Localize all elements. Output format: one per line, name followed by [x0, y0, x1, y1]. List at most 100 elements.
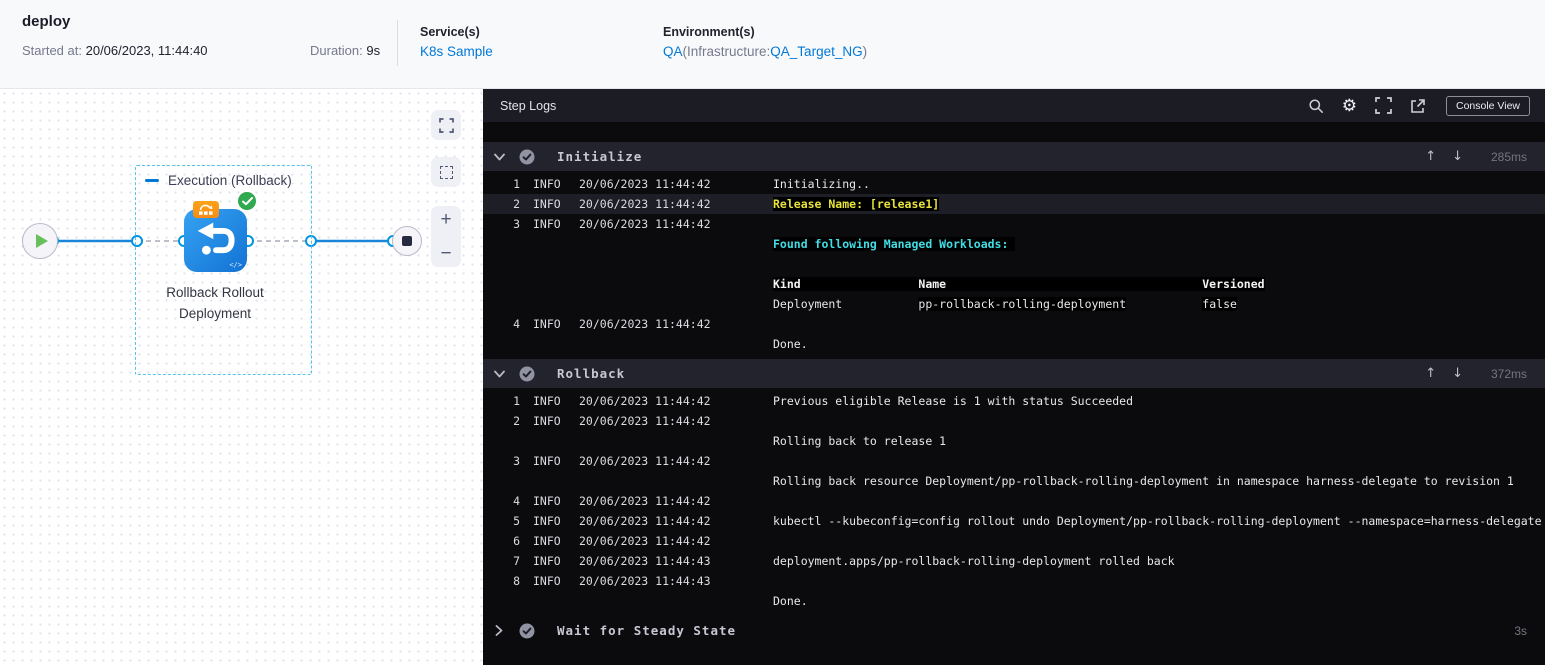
- scroll-to-top-icon[interactable]: ↑: [1425, 149, 1436, 164]
- console-actions: ⚙ Console View: [1308, 95, 1530, 116]
- scroll-to-top-icon[interactable]: ↑: [1425, 366, 1436, 381]
- chevron-down-icon[interactable]: [493, 153, 505, 161]
- log-line: 3 INFO 20/06/2023 11:44:42: [483, 451, 1545, 471]
- execution-group-label: Execution (Rollback): [145, 173, 292, 188]
- log-line: Rolling back to release 1: [483, 431, 1545, 451]
- log-line: Deployment pp-rollback-rolling-deploymen…: [483, 294, 1545, 314]
- log-line: 1 INFO 20/06/2023 11:44:42 Initializing..: [483, 174, 1545, 194]
- log-message: kubectl --kubeconfig=config rollout undo…: [773, 514, 1545, 528]
- marquee-select-icon: [439, 165, 453, 179]
- line-number: 4: [513, 317, 520, 331]
- log-segment: Rolling back to release 1: [773, 434, 947, 448]
- log-level: INFO: [533, 494, 561, 508]
- log-timestamp: 20/06/2023 11:44:42: [579, 414, 711, 428]
- line-number: 2: [513, 414, 520, 428]
- search-icon[interactable]: [1308, 98, 1324, 114]
- log-segment: deployment.apps/pp-rollback-rolling-depl…: [773, 554, 1175, 568]
- section-duration: 372ms: [1490, 366, 1527, 381]
- log-segment: pp-rollback-rolling-deployment: [918, 297, 1127, 311]
- line-number: 6: [513, 534, 520, 548]
- canvas-zoom-controls: + −: [431, 206, 461, 267]
- pipeline-execution-page: deploy Started at: 20/06/2023, 11:44:40 …: [0, 0, 1545, 665]
- log-line: 2 INFO 20/06/2023 11:44:42: [483, 411, 1545, 431]
- log-level: INFO: [533, 534, 561, 548]
- log-line: Rolling back resource Deployment/pp-roll…: [483, 471, 1545, 491]
- log-section-header[interactable]: Rollback ↑ ↓ 372ms: [483, 359, 1545, 388]
- open-in-new-icon[interactable]: [1410, 98, 1426, 114]
- services-label: Service(s): [420, 25, 480, 39]
- section-header-right: 3s: [1479, 624, 1527, 638]
- log-timestamp: 20/06/2023 11:44:42: [579, 514, 711, 528]
- scroll-to-bottom-icon[interactable]: ↓: [1452, 149, 1463, 164]
- step-logs-console: Step Logs ⚙ Console View Initialize ↑ ↓ 285…: [483, 89, 1545, 665]
- log-section-header[interactable]: Wait for Steady State 3s: [483, 616, 1545, 645]
- console-header: Step Logs ⚙ Console View: [483, 89, 1545, 122]
- console-view-button[interactable]: Console View: [1445, 95, 1530, 116]
- step-node-rollback-rollout-deployment[interactable]: </>: [184, 209, 247, 272]
- log-segment: Done.: [773, 337, 808, 351]
- line-number: 3: [513, 454, 520, 468]
- section-title: Wait for Steady State: [557, 623, 737, 638]
- log-line: 2 INFO 20/06/2023 11:44:42 Release Name: [r…: [483, 194, 1545, 214]
- log-line: Done.: [483, 591, 1545, 611]
- log-segment: Found following Managed Workloads:: [773, 237, 1016, 251]
- log-segment: Done.: [773, 594, 808, 608]
- log-timestamp: 20/06/2023 11:44:42: [579, 494, 711, 508]
- log-section-header[interactable]: Initialize ↑ ↓ 285ms: [483, 142, 1545, 171]
- log-message: Rolling back resource Deployment/pp-roll…: [773, 474, 1545, 488]
- line-number: 1: [513, 177, 520, 191]
- line-number: 8: [513, 574, 520, 588]
- log-timestamp: 20/06/2023 11:44:42: [579, 454, 711, 468]
- log-level: INFO: [533, 414, 561, 428]
- log-message: Initializing..: [773, 177, 1545, 191]
- execution-header: deploy Started at: 20/06/2023, 11:44:40 …: [0, 0, 1545, 89]
- settings-gear-icon[interactable]: ⚙: [1342, 97, 1357, 114]
- infrastructure-link[interactable]: QA_Target_NG: [770, 44, 862, 59]
- log-segment: Kind Name Versioned: [773, 277, 1265, 291]
- scroll-to-bottom-icon[interactable]: ↓: [1452, 366, 1463, 381]
- start-node: [22, 223, 58, 259]
- pipeline-title: deploy: [22, 13, 71, 30]
- zoom-in-button[interactable]: +: [440, 210, 451, 229]
- service-link[interactable]: K8s Sample: [420, 44, 493, 59]
- log-message: Release Name: [release1]: [773, 197, 1545, 211]
- end-node: [392, 226, 422, 256]
- status-success-icon: [519, 366, 535, 382]
- environment-value: QA(Infrastructure:QA_Target_NG): [663, 44, 868, 59]
- group-title: Execution (Rollback): [168, 173, 292, 188]
- log-level: INFO: [533, 554, 561, 568]
- log-message: Deployment pp-rollback-rolling-deploymen…: [773, 297, 1545, 311]
- log-segment: Deployment: [773, 297, 919, 311]
- log-segment: [1126, 297, 1202, 311]
- line-number: 5: [513, 514, 520, 528]
- section-log-body: 1 INFO 20/06/2023 11:44:42 Initializing.. 2 I…: [483, 171, 1545, 359]
- log-message: Found following Managed Workloads:: [773, 237, 1545, 251]
- log-segment: Rolling back resource Deployment/pp-roll…: [773, 474, 1514, 488]
- chevron-right-icon[interactable]: [493, 625, 505, 636]
- status-success-icon: [519, 623, 535, 639]
- chevron-down-icon[interactable]: [493, 370, 505, 378]
- environment-link[interactable]: QA: [663, 44, 683, 59]
- code-glyph: </>: [229, 261, 242, 269]
- log-line: Kind Name Versioned: [483, 274, 1545, 294]
- section-header-right: ↑ ↓ 285ms: [1425, 149, 1527, 164]
- expand-fullscreen-icon[interactable]: [1375, 97, 1392, 114]
- log-line: 5 INFO 20/06/2023 11:44:42 kubectl --kubeco…: [483, 511, 1545, 531]
- log-message: Kind Name Versioned: [773, 277, 1545, 291]
- step-success-icon: [237, 191, 257, 211]
- environments-label: Environment(s): [663, 25, 755, 39]
- pipeline-canvas[interactable]: Execution (Rollback) </> Rollback Rollou: [0, 89, 483, 665]
- log-segment: Release Name: [release1]: [773, 197, 940, 211]
- canvas-marquee-select-button[interactable]: [431, 157, 461, 187]
- console-title: Step Logs: [500, 98, 557, 113]
- log-line: Found following Managed Workloads:: [483, 234, 1545, 254]
- log-message: Previous eligible Release is 1 with stat…: [773, 394, 1545, 408]
- line-number: 7: [513, 554, 520, 568]
- log-message: Done.: [773, 594, 1545, 608]
- log-segment: false: [1202, 297, 1237, 311]
- canvas-fullscreen-button[interactable]: [431, 110, 461, 140]
- collapse-group-icon[interactable]: [145, 179, 159, 182]
- line-number: 1: [513, 394, 520, 408]
- zoom-out-button[interactable]: −: [440, 244, 451, 263]
- line-number: 3: [513, 217, 520, 231]
